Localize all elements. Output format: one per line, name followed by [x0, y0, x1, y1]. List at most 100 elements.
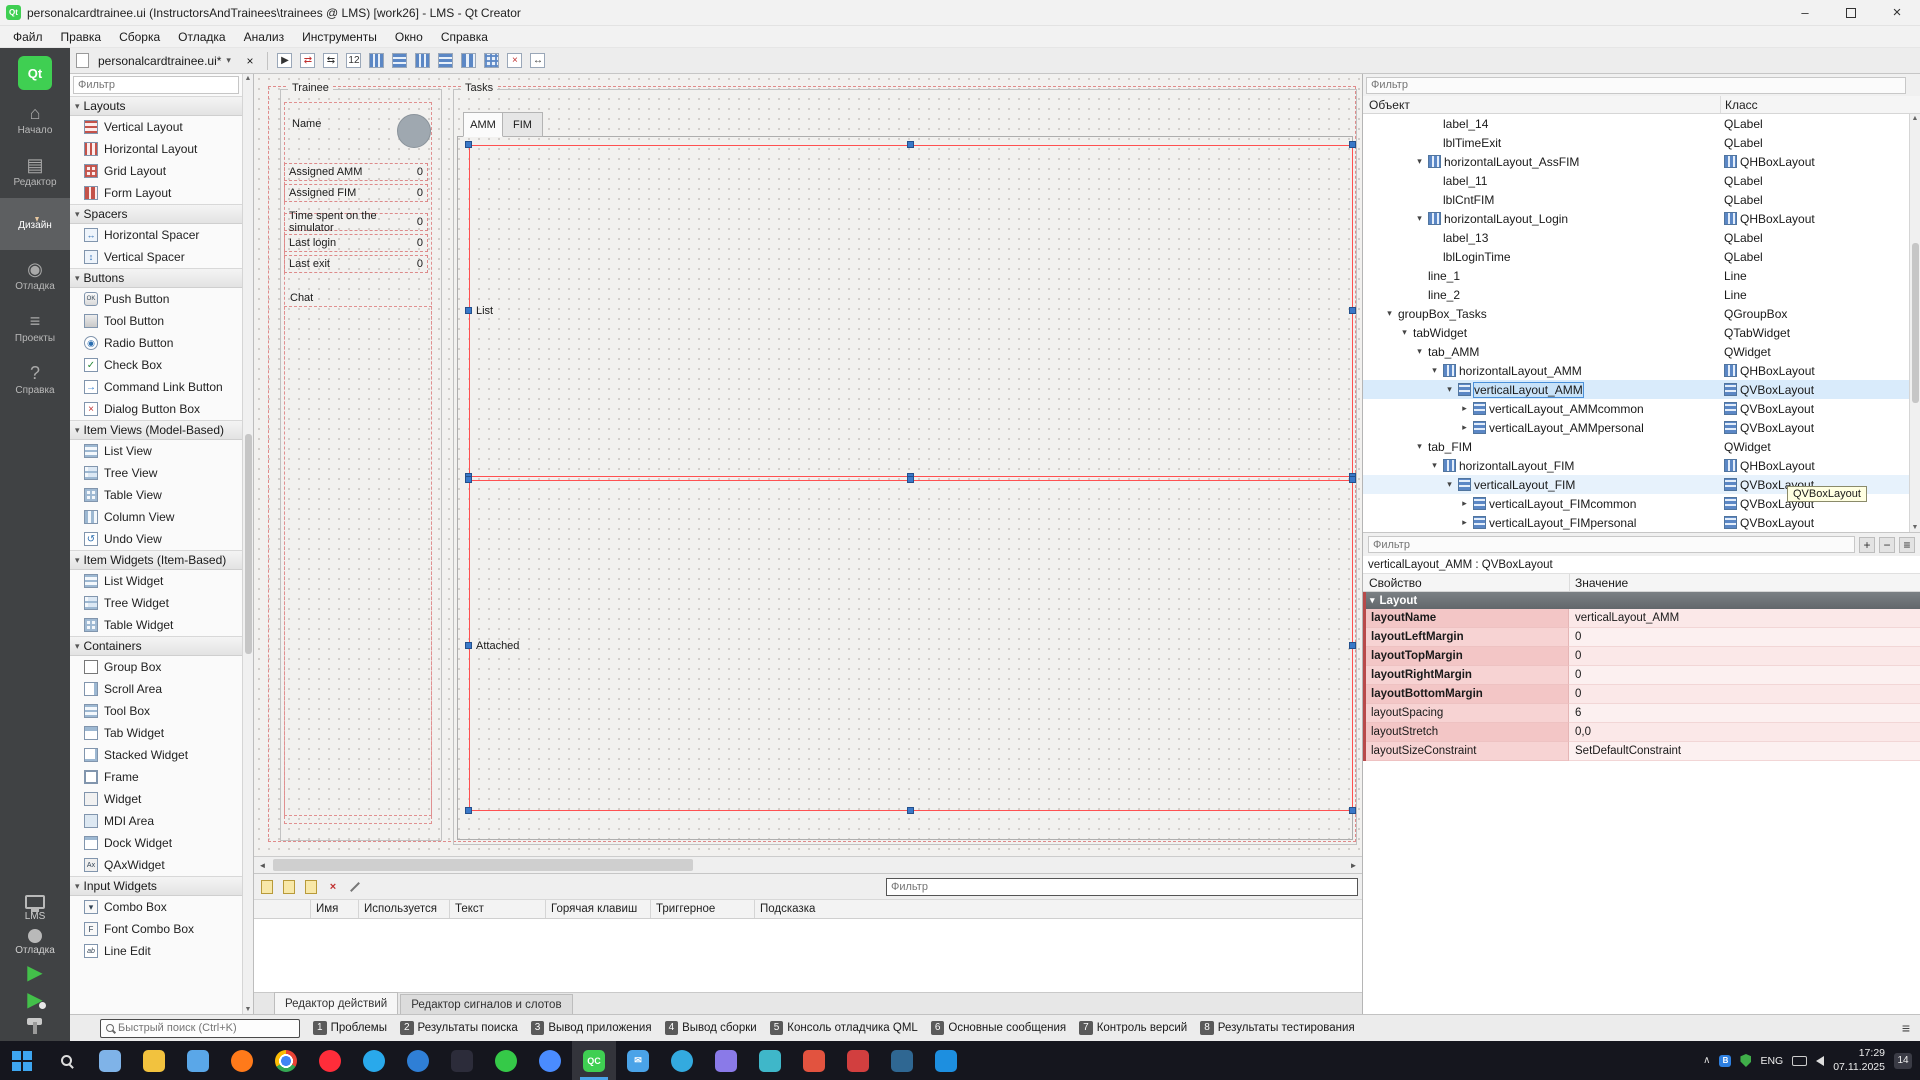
property-value[interactable]: 0	[1569, 666, 1920, 685]
widget-item[interactable]: ◉Radio Button	[70, 332, 242, 354]
tree-expand-icon[interactable]: ▾	[1429, 460, 1440, 471]
attached-layout-selection[interactable]: Attached	[469, 480, 1353, 811]
build-button[interactable]	[25, 1017, 45, 1035]
edit-tab-order-button[interactable]: 12	[344, 51, 364, 71]
notification-badge[interactable]: 14	[1894, 1053, 1912, 1069]
mode-editor[interactable]: ▤Редактор	[0, 146, 70, 198]
name-label[interactable]: Name	[292, 118, 321, 130]
tree-expand-icon[interactable]: ▸	[1459, 403, 1470, 414]
scroll-up-icon[interactable]: ▲	[1912, 115, 1919, 122]
keyboard-icon[interactable]	[1792, 1056, 1807, 1066]
layout-splitter-vertical-button[interactable]	[436, 51, 456, 71]
tree-expand-icon[interactable]: ▾	[1414, 441, 1425, 452]
widget-item[interactable]: Vertical Layout	[70, 116, 242, 138]
selection-handle[interactable]	[465, 476, 472, 483]
action-column-header[interactable]: Подсказка	[754, 900, 1362, 918]
list-layout-selection[interactable]: List	[469, 145, 1353, 477]
widget-category[interactable]: ▾Input Widgets	[70, 876, 242, 896]
object-tree-row[interactable]: ▾verticalLayout_AMMQVBoxLayout	[1363, 380, 1920, 399]
gitlab-taskbar-icon[interactable]	[792, 1041, 836, 1080]
avatar-placeholder[interactable]	[397, 114, 431, 148]
object-tree-row[interactable]: lblLoginTimeQLabel	[1363, 247, 1920, 266]
edit-widgets-button[interactable]: ▶	[275, 51, 295, 71]
selection-handle[interactable]	[1349, 307, 1356, 314]
selection-handle[interactable]	[907, 141, 914, 148]
trainee-field-row[interactable]: Assigned FIM0	[284, 184, 428, 202]
object-tree-row[interactable]: ▸verticalLayout_AMMcommonQVBoxLayout	[1363, 399, 1920, 418]
trainee-field-row[interactable]: Last login0	[284, 234, 428, 252]
opera-taskbar-icon[interactable]	[308, 1041, 352, 1080]
widget-item[interactable]: ↺Undo View	[70, 528, 242, 550]
new-action-button[interactable]	[258, 878, 276, 896]
output-pane-button[interactable]: 8Результаты тестирования	[1200, 1021, 1354, 1035]
tree-expand-icon[interactable]: ▾	[1414, 213, 1425, 224]
layout-section-header[interactable]: ▾ Layout	[1363, 592, 1920, 609]
object-filter-input[interactable]	[1366, 77, 1906, 94]
object-tree-row[interactable]: lblCntFIMQLabel	[1363, 190, 1920, 209]
configure-actions-button[interactable]	[346, 878, 364, 896]
whatsapp-taskbar-icon[interactable]	[484, 1041, 528, 1080]
widget-box-scrollbar[interactable]: ▲ ▼	[242, 74, 253, 1014]
chat-label[interactable]: Chat	[290, 292, 313, 304]
trainee-field-row[interactable]: Last exit0	[284, 255, 428, 273]
widget-item[interactable]: List View	[70, 440, 242, 462]
object-tree-row[interactable]: ▾tab_AMMQWidget	[1363, 342, 1920, 361]
chat-area-outline[interactable]	[284, 306, 432, 816]
tab-fim[interactable]: FIM	[503, 112, 543, 137]
widget-item[interactable]: Grid Layout	[70, 160, 242, 182]
tree-expand-icon[interactable]: ▾	[1399, 327, 1410, 338]
mail-taskbar-icon[interactable]: ✉	[616, 1041, 660, 1080]
widget-item[interactable]: Frame	[70, 766, 242, 788]
widget-item[interactable]: FFont Combo Box	[70, 918, 242, 940]
start-button[interactable]	[0, 1041, 44, 1080]
tree-expand-icon[interactable]: ▸	[1459, 517, 1470, 528]
widget-item[interactable]: Group Box	[70, 656, 242, 678]
output-pane-button[interactable]: 5Консоль отладчика QML	[770, 1021, 918, 1035]
property-value[interactable]: 0,0	[1569, 723, 1920, 742]
widget-item[interactable]: Column View	[70, 506, 242, 528]
firefox-taskbar-icon[interactable]	[220, 1041, 264, 1080]
task-view-taskbar-icon[interactable]	[88, 1041, 132, 1080]
zoom-taskbar-icon[interactable]	[528, 1041, 572, 1080]
menu-item[interactable]: Анализ	[235, 28, 294, 46]
close-document-button[interactable]: ×	[240, 51, 260, 71]
menu-item[interactable]: Инструменты	[293, 28, 386, 46]
output-pane-menu-icon[interactable]: ≡	[1902, 1020, 1910, 1036]
property-value[interactable]: verticalLayout_AMM	[1569, 609, 1920, 628]
widget-item[interactable]: Tree View	[70, 462, 242, 484]
scroll-up-icon[interactable]: ▲	[245, 75, 252, 82]
object-tree-row[interactable]: line_1Line	[1363, 266, 1920, 285]
widget-item[interactable]: abLine Edit	[70, 940, 242, 962]
tree-expand-icon[interactable]: ▾	[1444, 479, 1455, 490]
layout-grid-button[interactable]	[482, 51, 502, 71]
class-column-header[interactable]: Класс	[1720, 96, 1920, 113]
scroll-down-icon[interactable]: ▼	[1912, 524, 1919, 531]
output-pane-button[interactable]: 4Вывод сборки	[665, 1021, 757, 1035]
clock[interactable]: 17:29 07.11.2025	[1833, 1047, 1885, 1073]
widget-item[interactable]: Table Widget	[70, 614, 242, 636]
object-tree-row[interactable]: ▸verticalLayout_FIMpersonalQVBoxLayout	[1363, 513, 1920, 532]
volume-icon[interactable]	[1816, 1056, 1824, 1066]
mode-design[interactable]: Дизайн	[0, 198, 70, 250]
widget-item[interactable]: ✓Check Box	[70, 354, 242, 376]
layout-form-button[interactable]	[459, 51, 479, 71]
scroll-left-icon[interactable]: ◄	[254, 857, 271, 873]
tree-expand-icon[interactable]: ▸	[1459, 498, 1470, 509]
widget-item[interactable]: ↔Horizontal Spacer	[70, 224, 242, 246]
build-config-selector[interactable]: Отладка	[15, 929, 55, 956]
object-tree-row[interactable]: label_14QLabel	[1363, 114, 1920, 133]
object-tree-row[interactable]: ▾tabWidgetQTabWidget	[1363, 323, 1920, 342]
tab-amm[interactable]: AMM	[463, 112, 503, 137]
object-tree-row[interactable]: lblTimeExitQLabel	[1363, 133, 1920, 152]
property-row[interactable]: layoutNameverticalLayout_AMM	[1366, 609, 1920, 628]
language-indicator[interactable]: ENG	[1760, 1055, 1783, 1067]
action-filter-input[interactable]	[886, 878, 1358, 896]
mode-debug[interactable]: ◉Отладка	[0, 250, 70, 302]
kit-selector[interactable]: LMS	[25, 895, 46, 922]
selection-handle[interactable]	[465, 642, 472, 649]
mode-projects[interactable]: ≡Проекты	[0, 302, 70, 354]
action-column-header[interactable]: Триггерное	[650, 900, 754, 918]
system-monitor-taskbar-icon[interactable]	[748, 1041, 792, 1080]
property-value[interactable]: 0	[1569, 628, 1920, 647]
action-column-header[interactable]: Используется	[358, 900, 449, 918]
